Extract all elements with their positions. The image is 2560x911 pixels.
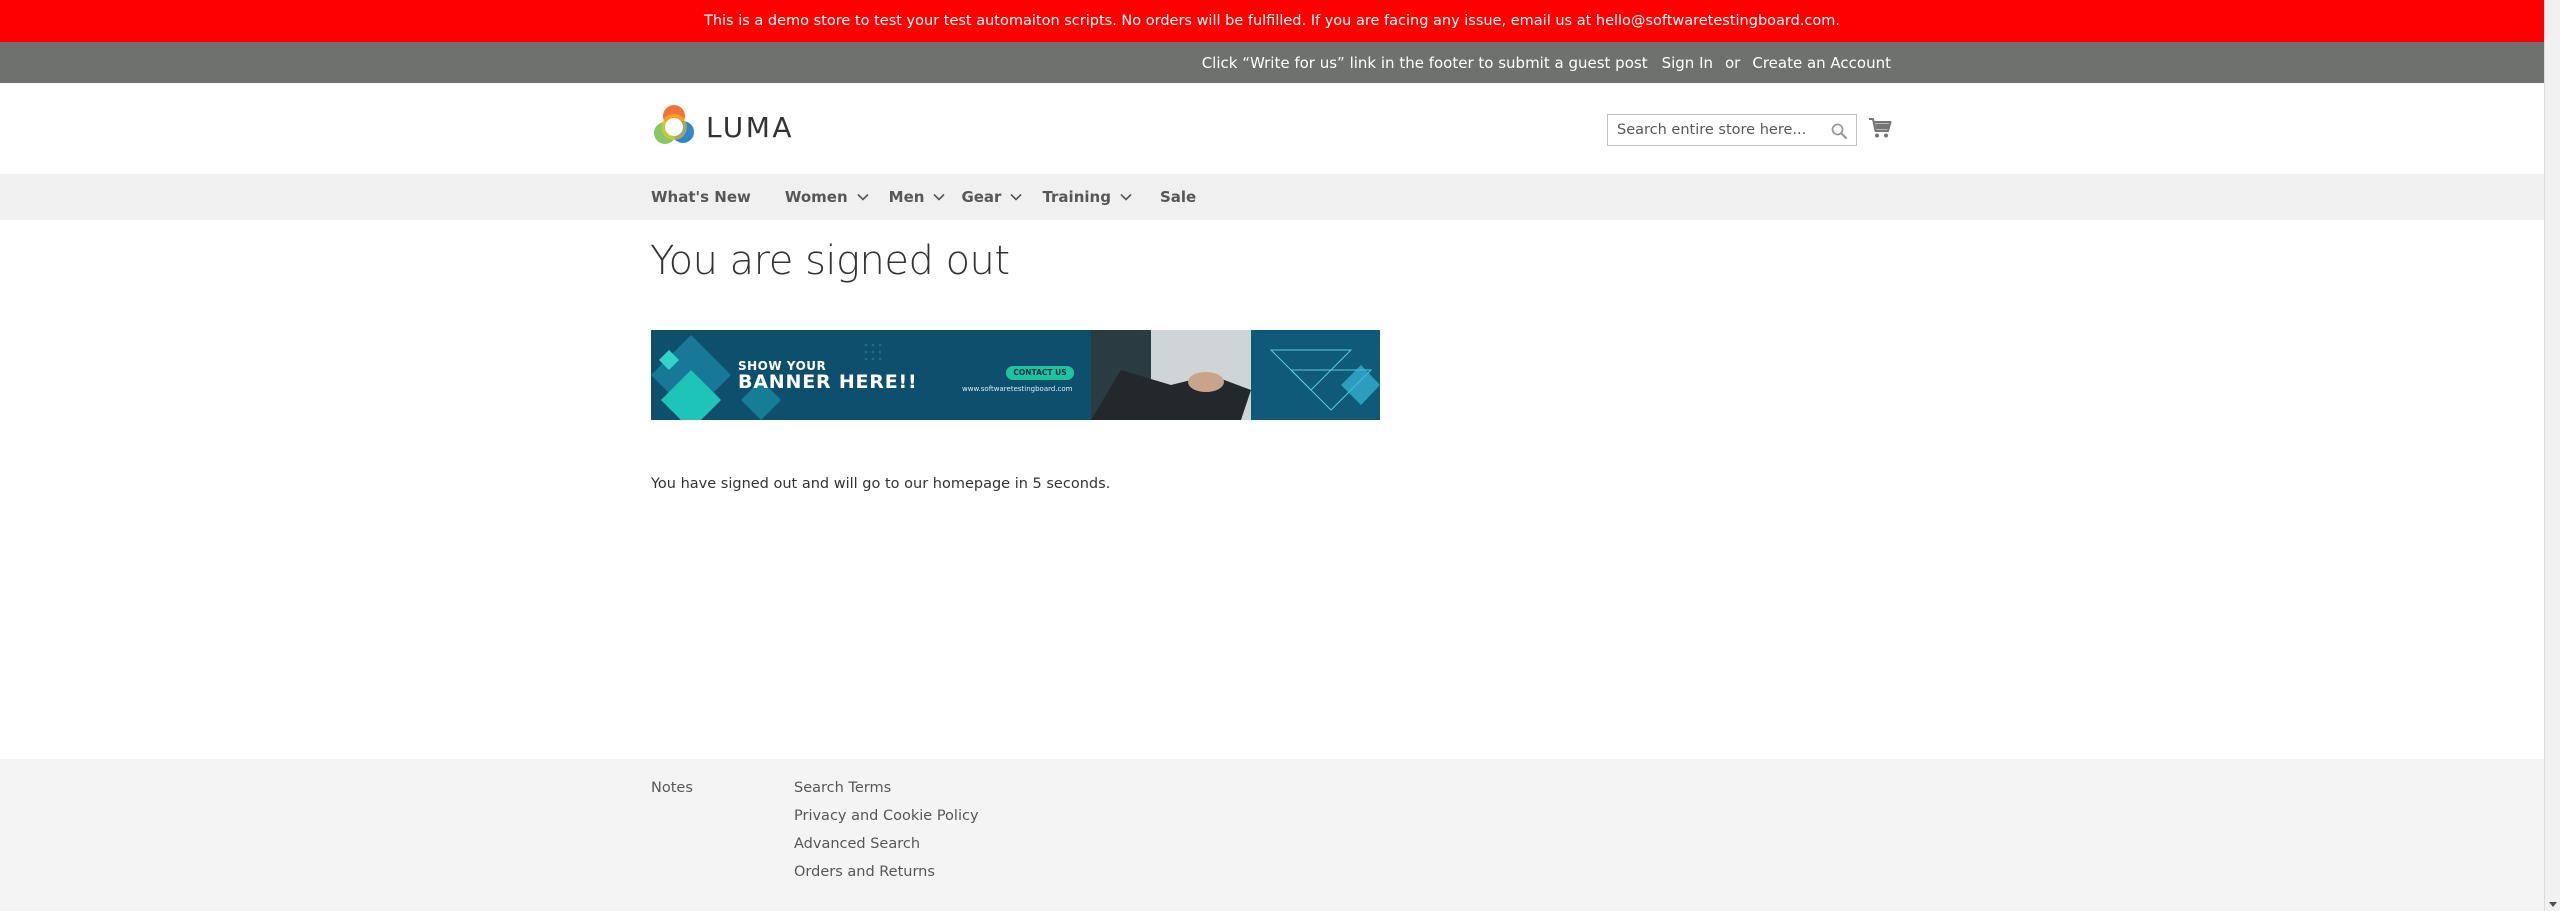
search-icon[interactable] xyxy=(1830,122,1848,140)
footer-link-notes[interactable]: Notes xyxy=(651,779,693,807)
signout-message: You have signed out and will go to our h… xyxy=(651,476,1111,492)
logo-text: LUMA xyxy=(706,110,795,144)
cart-icon[interactable] xyxy=(1868,116,1892,140)
footer-link-search-terms[interactable]: Search Terms xyxy=(794,779,979,807)
nav-item-label: Men xyxy=(888,188,925,206)
scroll-down-arrow-icon[interactable] xyxy=(2549,902,2557,907)
footer-link-orders-returns[interactable]: Orders and Returns xyxy=(794,863,979,891)
sign-in-link[interactable]: Sign In xyxy=(1662,54,1713,72)
search-box xyxy=(1607,114,1857,146)
page-scrollbar[interactable] xyxy=(2544,0,2560,911)
create-account-link[interactable]: Create an Account xyxy=(1752,54,1891,72)
guest-post-promo: Click “Write for us” link in the footer … xyxy=(1201,53,1648,72)
demo-notice-bar: This is a demo store to test your test a… xyxy=(0,0,2544,42)
luma-logo-icon xyxy=(654,105,694,144)
chevron-down-icon xyxy=(933,193,946,201)
nav-item-sale[interactable]: Sale xyxy=(1160,188,1196,206)
nav-item-label: Sale xyxy=(1159,188,1197,206)
nav-items: What's New Women Men Gear Training Sale xyxy=(651,174,1196,220)
page: This is a demo store to test your test a… xyxy=(0,0,2544,911)
main-navigation: What's New Women Men Gear Training Sale xyxy=(0,174,2544,220)
or-separator: or xyxy=(1725,53,1741,72)
nav-item-label: What's New xyxy=(651,188,751,206)
footer-link-advanced-search[interactable]: Advanced Search xyxy=(794,835,979,863)
demo-notice-text: This is a demo store to test your test a… xyxy=(703,13,1841,29)
nav-item-men[interactable]: Men xyxy=(889,188,946,206)
nav-item-training[interactable]: Training xyxy=(1042,188,1132,206)
nav-item-label: Gear xyxy=(961,188,1002,206)
banner-url: www.softwaretestingboard.com xyxy=(962,385,1073,393)
nav-item-gear[interactable]: Gear xyxy=(961,188,1023,206)
footer-link-privacy[interactable]: Privacy and Cookie Policy xyxy=(794,807,979,835)
nav-item-whats-new[interactable]: What's New xyxy=(651,188,751,206)
promo-banner[interactable]: SHOW YOUR BANNER HERE!! CONTACT US www.s… xyxy=(651,330,1380,420)
site-header: LUMA xyxy=(0,83,2544,174)
nav-item-women[interactable]: Women xyxy=(785,188,869,206)
banner-contact-button[interactable]: CONTACT US xyxy=(1006,368,1074,377)
search-input[interactable] xyxy=(1608,122,1818,138)
banner-line2: BANNER HERE!! xyxy=(738,371,918,393)
chevron-down-icon xyxy=(857,193,869,201)
chevron-down-icon xyxy=(1010,193,1023,201)
logo[interactable]: LUMA xyxy=(651,103,794,151)
site-footer: Notes Search Terms Privacy and Cookie Po… xyxy=(0,759,2544,911)
footer-column-2: Search Terms Privacy and Cookie Policy A… xyxy=(794,779,979,891)
nav-item-label: Women xyxy=(784,188,848,206)
footer-column-1: Notes xyxy=(651,779,693,807)
page-title: You are signed out xyxy=(650,238,1010,284)
panel-links: Click “Write for us” link in the footer … xyxy=(1202,42,1891,83)
panel-header: Click “Write for us” link in the footer … xyxy=(0,42,2544,83)
chevron-down-icon xyxy=(1120,193,1132,201)
nav-item-label: Training xyxy=(1042,188,1111,206)
